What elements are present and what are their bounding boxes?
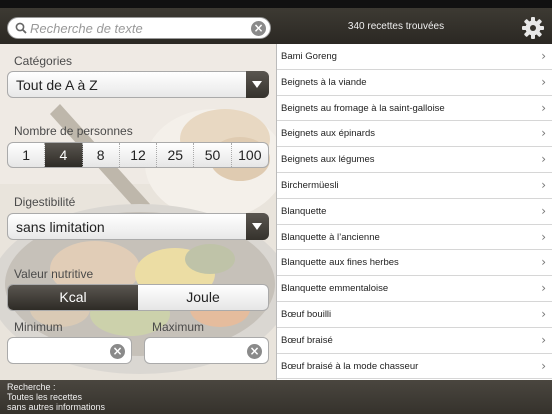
clear-search-icon[interactable]: × [251,21,266,36]
recipe-row[interactable]: Bœuf braisé › [277,328,552,354]
recipe-name: Beignets aux épinards [281,128,376,140]
recipe-row[interactable]: Beignets au fromage à la saint-galloise › [277,96,552,122]
chevron-right-icon: › [541,332,546,347]
chevron-right-icon: › [541,126,546,141]
recipe-name: Blanquette emmentaloise [281,283,389,295]
unit-option-joule[interactable]: Joule [138,285,268,310]
maximum-label: Maximum [152,320,205,334]
result-count: 340 recettes trouvées [347,21,445,32]
recipe-row[interactable]: Bami Goreng › [277,44,552,70]
persons-segmented-control: 1 4 8 12 25 50 100 [7,142,269,168]
chevron-right-icon: › [541,255,546,270]
recipe-list: Bami Goreng › Beignets à la viande › Beign… [276,44,552,380]
categories-label: Catégories [14,54,73,68]
persons-option-25[interactable]: 25 [157,143,195,167]
recipe-name: Bœuf braisé [281,334,333,346]
digestibility-value: sans limitation [16,219,105,235]
bottom-bar: Recherche : Toutes les recettes sans aut… [0,380,552,414]
chevron-right-icon: › [541,152,546,167]
chevron-right-icon: › [541,203,546,218]
digestibility-dropdown[interactable]: sans limitation [7,213,269,240]
search-summary: Recherche : Toutes les recettes sans aut… [7,382,105,412]
persons-option-8[interactable]: 8 [83,143,120,167]
dropdown-arrow-icon [246,213,269,240]
chevron-right-icon: › [541,306,546,321]
chevron-right-icon: › [541,358,546,373]
digestibility-label: Digestibilité [14,195,76,209]
persons-option-4[interactable]: 4 [45,143,83,167]
search-icon [15,22,27,34]
recipe-name: Birchermüesli [281,179,339,191]
dropdown-arrow-icon [246,71,269,98]
search-box[interactable]: × [7,17,271,39]
recipe-row[interactable]: Bœuf braisé à la mode chasseur › [277,354,552,380]
recipe-row[interactable]: Blanquette emmentaloise › [277,276,552,302]
gear-icon[interactable] [521,16,545,40]
summary-line-3: sans autres informations [7,402,106,412]
recipe-row[interactable]: Birchermüesli › [277,173,552,199]
recipe-name: Bœuf bouilli [281,308,332,320]
recipe-row[interactable]: Beignets à la viande › [277,70,552,96]
persons-option-100[interactable]: 100 [232,143,268,167]
summary-line-1: Recherche : [7,382,56,392]
chevron-right-icon: › [541,74,546,89]
persons-label: Nombre de personnes [14,124,133,138]
chevron-right-icon: › [541,49,546,63]
chevron-right-icon: › [541,177,546,192]
summary-line-2: Toutes les recettes [7,392,83,402]
recipe-row[interactable]: Beignets aux épinards › [277,121,552,148]
chevron-right-icon: › [541,100,546,115]
minimum-input[interactable] [14,342,109,360]
chevron-right-icon: › [541,281,546,296]
recipe-row[interactable]: Blanquette › [277,199,552,225]
nutrition-label: Valeur nutritive [14,267,94,281]
minimum-label: Minimum [14,320,63,334]
filter-panel: Catégories Tout de A à Z Nombre de perso… [0,44,276,380]
clear-minimum-icon[interactable]: × [110,344,125,359]
recipe-name: Bami Goreng [281,51,337,62]
nutrition-unit-control: Kcal Joule [7,284,269,311]
recipe-name: Beignets à la viande [281,76,367,88]
category-value: Tout de A à Z [16,77,98,93]
recipe-row[interactable]: Blanquette aux fines herbes › [277,250,552,277]
maximum-field[interactable]: × [144,337,269,364]
recipe-name: Beignets aux légumes [281,154,375,166]
recipe-name: Blanquette aux fines herbes [281,257,399,269]
persons-option-50[interactable]: 50 [194,143,232,167]
unit-option-kcal[interactable]: Kcal [8,285,138,310]
recipe-name: Blanquette [281,205,327,217]
chevron-right-icon: › [541,229,546,244]
maximum-input[interactable] [151,342,246,360]
recipe-row[interactable]: Beignets aux légumes › [277,147,552,173]
recipe-name: Beignets au fromage à la saint-galloise [281,102,445,114]
recipe-row[interactable]: Bœuf bouilli › [277,302,552,328]
persons-option-12[interactable]: 12 [120,143,158,167]
minimum-field[interactable]: × [7,337,132,364]
persons-option-1[interactable]: 1 [8,143,46,167]
recipe-row[interactable]: Blanquette à l’ancienne › [277,225,552,251]
category-dropdown[interactable]: Tout de A à Z [7,71,269,98]
search-input[interactable] [30,19,248,37]
clear-maximum-icon[interactable]: × [247,344,262,359]
top-bar: × 340 recettes trouvées [0,0,552,44]
recipe-name: Bœuf braisé à la mode chasseur [281,360,419,372]
recipe-name: Blanquette à l’ancienne [281,231,380,243]
